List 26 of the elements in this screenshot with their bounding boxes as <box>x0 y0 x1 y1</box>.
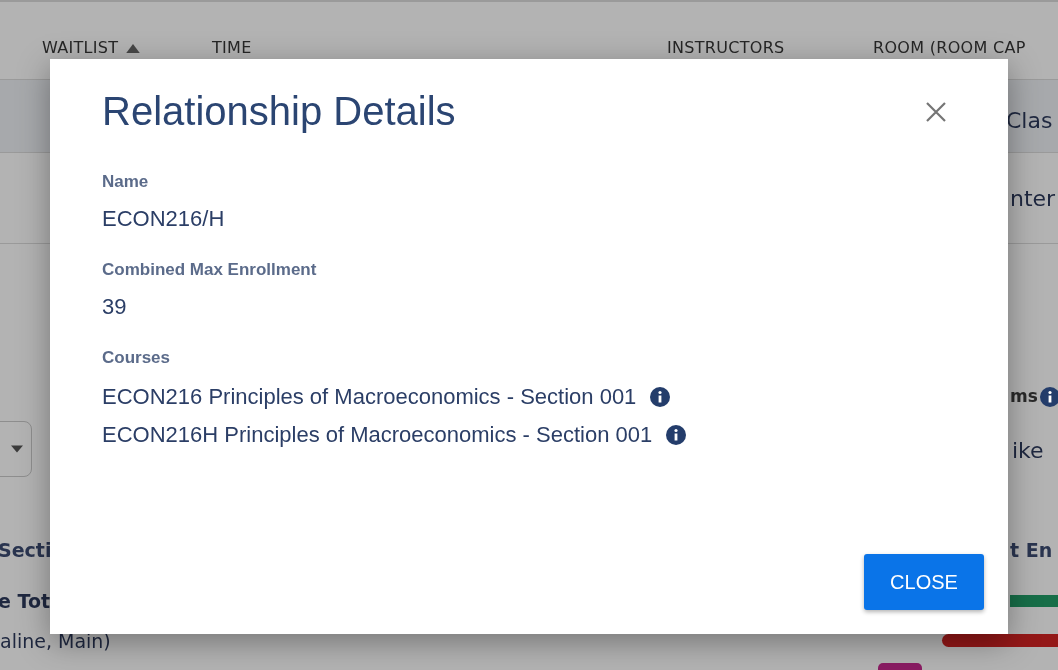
text-fragment: ike <box>1012 438 1044 463</box>
text-fragment: Clas <box>1006 108 1053 133</box>
info-icon[interactable] <box>666 425 687 445</box>
text-fragment: Secti <box>0 539 52 561</box>
column-header[interactable]: WAITLIST <box>42 40 119 56</box>
column-header[interactable]: INSTRUCTORS <box>667 40 785 56</box>
column-header[interactable]: ROOM (ROOM CAP <box>873 40 1026 56</box>
text-fragment: ms <box>1010 386 1038 406</box>
course-link[interactable]: ECON216 Principles of Macroeconomics - Section 001 <box>102 384 637 410</box>
info-icon[interactable] <box>1040 387 1058 407</box>
info-icon[interactable] <box>650 387 671 407</box>
course-link[interactable]: ECON216H Principles of Macroeconomics - Section 001 <box>102 422 653 448</box>
field-label: Courses <box>102 348 172 368</box>
sort-icon[interactable] <box>126 43 141 53</box>
text-fragment: aline, Main) <box>0 630 111 652</box>
column-header[interactable]: TIME <box>212 40 252 56</box>
field-value: 39 <box>102 294 128 320</box>
caret-icon[interactable] <box>11 445 23 453</box>
dropdown-field[interactable] <box>0 421 32 477</box>
text-fragment: nter <box>1010 186 1056 211</box>
close-button[interactable]: CLOSE <box>864 554 984 610</box>
field-value: ECON216/H <box>102 206 226 232</box>
field-label: Name <box>102 172 150 192</box>
text-fragment: t En <box>1010 539 1053 561</box>
dialog-title: Relationship Details <box>102 89 456 134</box>
field-label: Combined Max Enrollment <box>102 260 318 280</box>
